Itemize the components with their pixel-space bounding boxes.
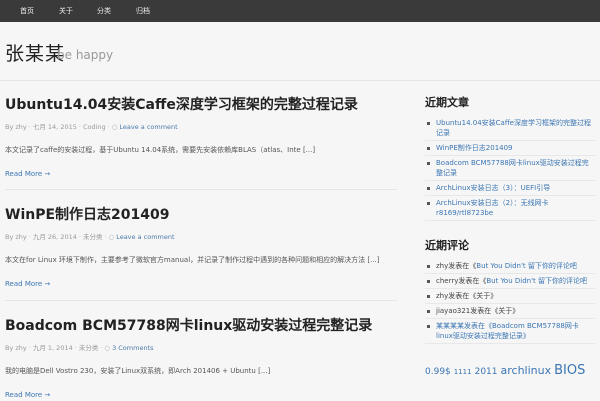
meta-separator: · <box>100 344 103 352</box>
post-excerpt: 我的电脑是Dell Vostro 230，安装了Linux双系统，即Arch 2… <box>5 367 271 375</box>
post-excerpt: 本文在for Linux 环境下制作，主要参考了微软官方manual，并记录了制… <box>5 256 380 264</box>
widget-title: 近期文章 <box>425 96 469 109</box>
post-category[interactable]: Coding <box>83 123 106 131</box>
list-item: 某某某某发表在《Boadcom BCM57788网卡linux驱动安装过程完整记… <box>425 319 595 344</box>
post-date: 九月 26, 2014 <box>32 233 77 241</box>
meta-separator: · <box>104 233 107 241</box>
top-nav-bar: 首页 关于 分类 归档 <box>0 0 600 22</box>
list-item: zhy发表在《关于》 <box>425 289 595 304</box>
post-comments-link[interactable]: Leave a comment <box>119 123 177 131</box>
comment-post-link[interactable]: But You Didn't 留下你的评论吧 <box>486 277 587 285</box>
tag-cloud-widget: 0.99$ 1111 2011 archlinux BIOS <box>425 362 595 379</box>
recent-comments-widget: 近期评论 zhy发表在《But You Didn't 留下你的评论吧 cherr… <box>425 239 595 344</box>
list-item: cherry发表在《But You Didn't 留下你的评论吧 <box>425 274 595 289</box>
meta-separator: · <box>78 233 81 241</box>
nav-item-categories[interactable]: 分类 <box>97 0 111 22</box>
post-date: 九月 1, 2014 <box>32 344 73 352</box>
comment-text: 发表在《关于》 <box>448 292 498 300</box>
widget-title: 近期评论 <box>425 239 469 252</box>
site-title[interactable]: 张某某 <box>5 39 65 66</box>
read-more-link[interactable]: Read More → <box>5 169 50 179</box>
post-meta: By zhy · 九月 1, 2014 · 未分类 · ○ 3 Comments <box>5 343 397 353</box>
list-item: Boadcom BCM57788网卡linux驱动安装过程完整记录 <box>425 156 595 181</box>
post-divider <box>5 300 397 301</box>
post-category[interactable]: 未分类 <box>83 233 103 241</box>
post-title[interactable]: Boadcom BCM57788网卡linux驱动安装过程完整记录 <box>5 317 397 335</box>
site-header: 张某某 be happy <box>0 22 600 81</box>
post-meta: By zhy · 七月 14, 2015 · Coding · ○ Leave a comme… <box>5 122 397 132</box>
meta-separator: · <box>78 123 81 131</box>
list-item: jiayao321发表在《关于》 <box>425 304 595 319</box>
post-author[interactable]: By zhy <box>5 233 27 241</box>
list-item: zhy发表在《But You Didn't 留下你的评论吧 <box>425 259 595 274</box>
comment-text: 发表在《 <box>448 262 477 270</box>
meta-separator: · <box>28 123 31 131</box>
tag-link[interactable]: archlinux <box>501 364 552 377</box>
tag-link[interactable]: 2011 <box>475 367 498 377</box>
tag-link[interactable]: BIOS <box>554 363 585 378</box>
recent-posts-list: Ubuntu14.04安装Caffe深度学习框架的完整过程记录 WinPE制作日… <box>425 116 595 221</box>
post-divider <box>5 189 397 190</box>
tag-link[interactable]: 0.99$ <box>425 367 451 377</box>
list-item: ArchLinux安装日志（2）：无线网卡r8169/rtl8723be <box>425 196 595 221</box>
nav-item-home[interactable]: 首页 <box>20 0 34 22</box>
comment-text: 发表在《关于》 <box>470 307 520 315</box>
nav-item-about[interactable]: 关于 <box>59 0 73 22</box>
meta-separator: · <box>74 344 77 352</box>
recent-comments-list: zhy发表在《But You Didn't 留下你的评论吧 cherry发表在《… <box>425 259 595 344</box>
sidebar: 近期文章 Ubuntu14.04安装Caffe深度学习框架的完整过程记录 Win… <box>425 96 595 379</box>
meta-separator: · <box>28 233 31 241</box>
recent-post-link[interactable]: ArchLinux安装日志（2）：无线网卡r8169/rtl8723be <box>436 199 549 217</box>
meta-separator: · <box>107 123 110 131</box>
site-description: be happy <box>57 48 114 62</box>
post-date: 七月 14, 2015 <box>32 123 77 131</box>
read-more-link[interactable]: Read More → <box>5 390 50 400</box>
comment-icon: ○ <box>111 123 118 131</box>
recent-post-link[interactable]: Ubuntu14.04安装Caffe深度学习框架的完整过程记录 <box>436 119 591 137</box>
comment-icon: ○ <box>104 344 111 352</box>
post-title[interactable]: Ubuntu14.04安装Caffe深度学习框架的完整过程记录 <box>5 96 397 114</box>
post-entry: Ubuntu14.04安装Caffe深度学习框架的完整过程记录 By zhy · 七… <box>5 96 397 180</box>
post-author[interactable]: By zhy <box>5 344 27 352</box>
list-item: ArchLinux安装日志（3）：UEFI引导 <box>425 181 595 196</box>
comment-text: 发表在《 <box>458 277 487 285</box>
post-meta: By zhy · 九月 26, 2014 · 未分类 · ○ Leave a comment <box>5 232 397 242</box>
recent-post-link[interactable]: Boadcom BCM57788网卡linux驱动安装过程完整记录 <box>436 159 589 177</box>
tag-cloud: 0.99$ 1111 2011 archlinux BIOS <box>425 362 595 379</box>
comment-post-link[interactable]: 某某某某发表在《Boadcom BCM57788网卡linux驱动安装过程完整记… <box>436 322 579 340</box>
post-comments-link[interactable]: Leave a comment <box>116 233 174 241</box>
comment-post-link[interactable]: But You Didn't 留下你的评论吧 <box>476 262 577 270</box>
comment-icon: ○ <box>108 233 115 241</box>
list-item: WinPE制作日志201409 <box>425 141 595 156</box>
comment-author: jiayao321 <box>436 307 471 315</box>
list-item: Ubuntu14.04安装Caffe深度学习框架的完整过程记录 <box>425 116 595 141</box>
nav-item-archives[interactable]: 归档 <box>136 0 150 22</box>
read-more-link[interactable]: Read More → <box>5 279 50 289</box>
comment-author: zhy <box>436 292 449 300</box>
recent-posts-widget: 近期文章 Ubuntu14.04安装Caffe深度学习框架的完整过程记录 Win… <box>425 96 595 221</box>
post-author[interactable]: By zhy <box>5 123 27 131</box>
post-title[interactable]: WinPE制作日志201409 <box>5 206 397 224</box>
recent-post-link[interactable]: ArchLinux安装日志（3）：UEFI引导 <box>436 184 550 192</box>
post-category[interactable]: 未分类 <box>79 344 99 352</box>
meta-separator: · <box>28 344 31 352</box>
comment-author: cherry <box>436 277 459 285</box>
tag-link[interactable]: 1111 <box>454 368 472 376</box>
post-entry: WinPE制作日志201409 By zhy · 九月 26, 2014 · 未分类 · ○… <box>5 206 397 290</box>
comment-author: zhy <box>436 262 449 270</box>
post-comments-link[interactable]: 3 Comments <box>112 344 153 352</box>
recent-post-link[interactable]: WinPE制作日志201409 <box>436 144 513 152</box>
post-entry: Boadcom BCM57788网卡linux驱动安装过程完整记录 By zhy… <box>5 317 397 401</box>
post-excerpt: 本文记录了caffe的安装过程，基于Ubuntu 14.04系统，需要先安装依赖… <box>5 146 316 154</box>
